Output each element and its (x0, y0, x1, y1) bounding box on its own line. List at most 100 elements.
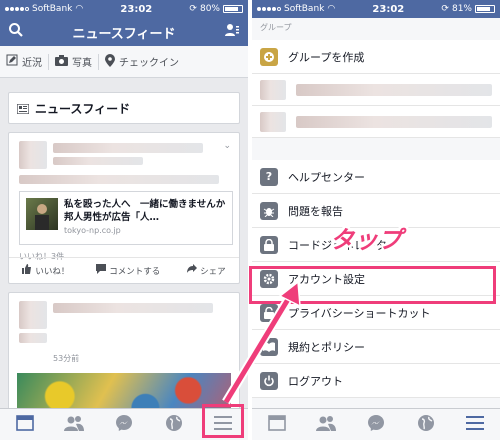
blurred-meta (53, 157, 143, 165)
lock-icon (260, 235, 278, 254)
nav-title: ニュースフィード (72, 26, 176, 42)
chevron-down-icon[interactable]: ⌄ (223, 141, 231, 151)
friends-list-icon[interactable] (224, 22, 240, 42)
newsfeed-screen: SoftBank ◠ 23:02 ⟳ 80% ニュースフィード 近況 写真 チェ… (0, 0, 248, 440)
privacy-lock-icon (260, 303, 278, 322)
blurred-group-name (296, 83, 492, 96)
newsfeed-icon (15, 414, 34, 435)
friends-icon (64, 415, 85, 435)
comment-icon (96, 264, 107, 277)
tab-notifications[interactable] (411, 411, 441, 439)
status-bar: SoftBank ◠ 23:02 ⟳ 81% (252, 0, 500, 18)
post-actions: いいね！ コメントする シェア (9, 257, 239, 283)
avatar (19, 141, 47, 169)
share-arrow-icon (187, 264, 198, 277)
messenger-icon (367, 414, 385, 436)
terms-policies-item[interactable]: 規約とポリシー (252, 330, 500, 364)
status-time: 23:02 (372, 3, 405, 15)
battery-icon (474, 5, 495, 13)
link-thumbnail (26, 198, 58, 230)
help-center-item[interactable]: ? ヘルプセンター (252, 160, 500, 194)
avatar (19, 301, 47, 329)
create-group-label: グループを作成 (288, 50, 365, 64)
book-icon (260, 337, 278, 356)
tab-more[interactable] (460, 411, 490, 439)
signal-icon (257, 7, 281, 11)
photo-button[interactable]: 写真 (49, 54, 98, 69)
signal-icon (5, 7, 29, 11)
group-avatar (260, 111, 286, 132)
share-label: シェア (200, 266, 226, 277)
share-button[interactable]: シェア (187, 264, 226, 277)
friends-icon (316, 415, 337, 435)
status-bar: SoftBank ◠ 23:02 ⟳ 80% (0, 0, 248, 18)
logout-label: ログアウト (288, 374, 343, 388)
checkin-label: チェックイン (119, 58, 179, 69)
link-preview[interactable]: 私を殴った人へ 一緒に働きませんか 邦人男性が広告「人… tokyo-np.co… (19, 191, 235, 245)
composer-bar: 近況 写真 チェックイン (0, 46, 248, 78)
tab-messenger[interactable] (109, 411, 139, 439)
privacy-shortcuts-item[interactable]: プライバシーショートカット (252, 296, 500, 330)
tab-notifications[interactable] (159, 411, 189, 439)
status-update-button[interactable]: 近況 (0, 54, 48, 69)
create-group-item[interactable]: グループを作成 (252, 40, 500, 74)
terms-policies-label: 規約とポリシー (288, 340, 365, 354)
wifi-icon: ◠ (75, 4, 84, 14)
group-item[interactable] (252, 106, 500, 138)
messenger-icon (115, 414, 133, 436)
newsfeed-header: ニュースフィード (8, 92, 240, 124)
report-problem-label: 問題を報告 (288, 204, 343, 218)
comment-button[interactable]: コメントする (96, 264, 160, 277)
blurred-author (53, 143, 203, 153)
rotation-lock-icon: ⟳ (189, 4, 197, 14)
tab-newsfeed[interactable] (262, 411, 292, 439)
battery-percent: 81% (451, 4, 472, 14)
menu-icon (214, 415, 233, 434)
logout-item[interactable]: ログアウト (252, 364, 500, 398)
status-time: 23:02 (120, 3, 153, 15)
carrier-label: SoftBank (32, 4, 73, 14)
tap-annotation-label: タップ (330, 226, 402, 254)
blurred-text (19, 175, 219, 184)
gear-icon (260, 269, 278, 288)
blurred-author (53, 303, 213, 313)
nav-bar: ニュースフィード (0, 18, 248, 46)
power-icon (260, 371, 278, 390)
post-time: 53分前 (53, 354, 80, 363)
tab-friend-requests[interactable] (59, 411, 89, 439)
comment-label: コメントする (109, 266, 161, 277)
globe-icon (165, 414, 183, 436)
group-item[interactable] (252, 74, 500, 106)
thumbs-up-icon (22, 264, 32, 277)
like-button[interactable]: いいね！ (22, 264, 69, 277)
wifi-icon: ◠ (327, 4, 336, 14)
newsfeed-title: ニュースフィード (35, 101, 131, 116)
blurred-group-name (296, 115, 492, 128)
pencil-icon (6, 54, 18, 69)
tab-newsfeed[interactable] (10, 411, 40, 439)
feed-post: ⌄ 私を殴った人へ 一緒に働きませんか 邦人男性が広告「人… tokyo-np.… (8, 132, 240, 284)
group-avatar (260, 79, 286, 100)
privacy-shortcuts-label: プライバシーショートカット (288, 306, 431, 320)
tab-messenger[interactable] (361, 411, 391, 439)
search-icon[interactable] (8, 22, 24, 42)
checkin-button[interactable]: チェックイン (99, 53, 185, 70)
location-pin-icon (105, 53, 115, 70)
menu-icon (466, 415, 485, 434)
photo-label: 写真 (72, 58, 92, 69)
link-domain: tokyo-np.co.jp (64, 226, 121, 235)
like-label: いいね！ (35, 266, 70, 277)
question-icon: ? (260, 167, 278, 186)
tab-friend-requests[interactable] (311, 411, 341, 439)
help-center-label: ヘルプセンター (288, 170, 365, 184)
account-settings-item[interactable]: アカウント設定 (252, 262, 500, 296)
bug-icon (260, 201, 278, 220)
section-header-groups: グループ (260, 23, 292, 32)
battery-percent: 80% (199, 4, 220, 14)
newsfeed-icon (16, 99, 30, 118)
tab-more[interactable] (208, 411, 238, 439)
link-title: 私を殴った人へ 一緒に働きませんか 邦人男性が広告「人… (64, 199, 235, 223)
battery-icon (222, 5, 243, 13)
tab-bar (0, 408, 248, 440)
add-group-icon (260, 47, 278, 66)
